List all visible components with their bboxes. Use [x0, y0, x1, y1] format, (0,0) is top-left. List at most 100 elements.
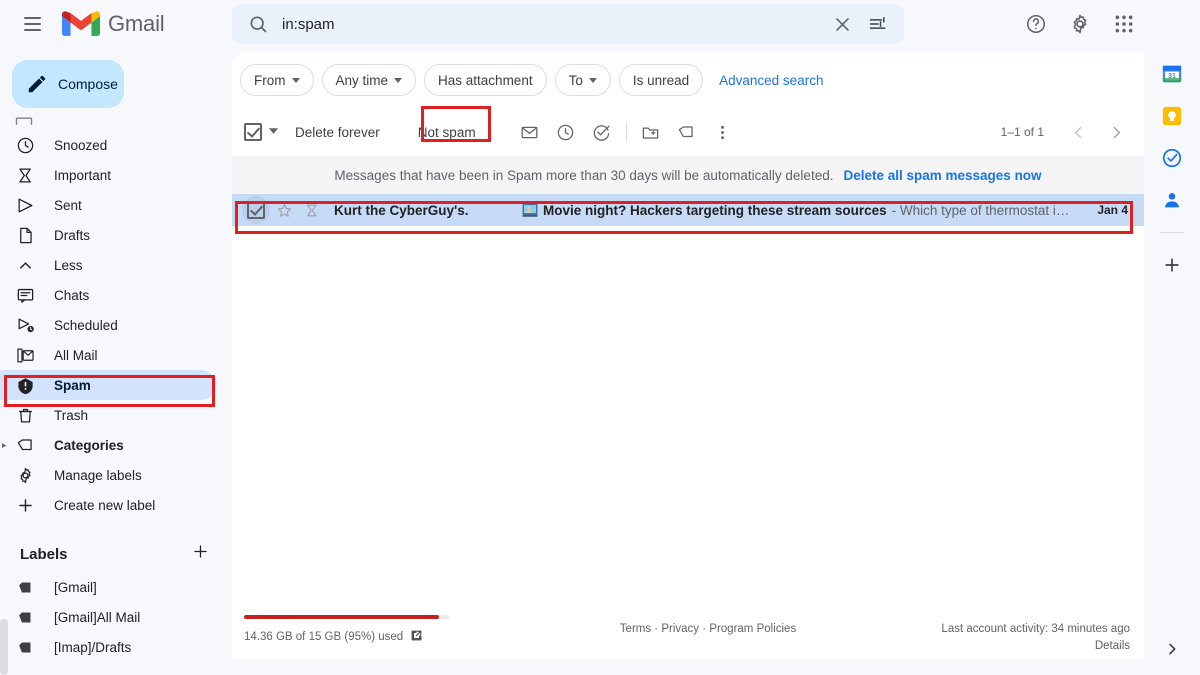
- rail-divider: [1160, 232, 1184, 233]
- select-all-checkbox[interactable]: [244, 123, 262, 141]
- delete-forever-button[interactable]: Delete forever: [285, 119, 390, 146]
- filter-chip-from[interactable]: From: [240, 64, 314, 96]
- gear-icon[interactable]: [1060, 4, 1100, 44]
- label-item-label: [Gmail]: [54, 579, 97, 595]
- labels-tag-icon[interactable]: [669, 114, 705, 150]
- email-date: Jan 4: [1097, 203, 1128, 217]
- google-tasks-icon[interactable]: [1160, 146, 1184, 170]
- snooze-clock-icon[interactable]: [548, 114, 584, 150]
- storage-bar-track: [244, 615, 449, 619]
- sidebar-item-spam[interactable]: Spam: [0, 370, 216, 400]
- pagination: 1–1 of 1: [1001, 114, 1134, 150]
- search-input[interactable]: [276, 15, 824, 33]
- email-subject-container: Movie night? Hackers targeting these str…: [522, 202, 1097, 218]
- chip-label: Any time: [335, 72, 389, 88]
- sidebar-item-label: Sent: [54, 197, 82, 213]
- google-keep-icon[interactable]: [1160, 104, 1184, 128]
- open-in-new-icon[interactable]: [410, 629, 423, 645]
- important-icon: [14, 166, 36, 185]
- app-header: Gmail: [0, 0, 1200, 48]
- labels-title: Labels: [20, 545, 68, 563]
- sidebar-item-scheduled[interactable]: Scheduled: [0, 310, 216, 340]
- program-policies-link[interactable]: Program Policies: [709, 623, 796, 635]
- sidebar-item-chats[interactable]: Chats: [0, 280, 216, 310]
- send-icon: [14, 196, 36, 215]
- important-marker-icon[interactable]: [298, 202, 326, 219]
- sidebar-item-less[interactable]: Less: [0, 250, 216, 280]
- star-outline-icon[interactable]: [270, 202, 298, 219]
- toolbar-divider: [625, 122, 627, 142]
- compose-button[interactable]: Compose: [12, 60, 124, 108]
- sidebar-item-snoozed[interactable]: Snoozed: [0, 130, 216, 160]
- sidebar-item-manage-labels[interactable]: Manage labels: [0, 460, 216, 490]
- search-bar[interactable]: [232, 4, 904, 44]
- label-item-imap-drafts[interactable]: [Imap]/Drafts: [0, 632, 232, 662]
- sidebar-item-sent[interactable]: Sent: [0, 190, 216, 220]
- help-circle-icon[interactable]: [1016, 4, 1056, 44]
- expand-side-panel-chevron-right-icon[interactable]: [1160, 637, 1184, 661]
- gmail-logo[interactable]: Gmail: [62, 10, 165, 39]
- add-label-plus-icon[interactable]: [191, 542, 210, 566]
- email-list: Kurt the CyberGuy's. Movie night? Hacker…: [232, 194, 1144, 226]
- email-subject: Movie night? Hackers targeting these str…: [543, 202, 887, 218]
- checkbox-glyph: [244, 123, 262, 141]
- not-spam-button[interactable]: Not spam: [408, 119, 486, 146]
- label-tag-filled-icon: [14, 609, 36, 626]
- search-filter-chips: From Any time Has attachment To Is unrea…: [232, 52, 1144, 108]
- close-x-icon[interactable]: [824, 6, 860, 42]
- movie-emoji: [522, 203, 538, 217]
- label-tag-filled-icon: [14, 579, 36, 596]
- filter-chip-to[interactable]: To: [554, 64, 611, 96]
- sidebar-item-label: Spam: [54, 377, 91, 393]
- sidebar-item-label: Snoozed: [54, 137, 108, 153]
- expand-caret-icon[interactable]: ▸: [2, 440, 7, 451]
- partial-inbox-icon[interactable]: [0, 114, 232, 128]
- email-checkbox[interactable]: [242, 196, 270, 224]
- filter-chip-is-unread[interactable]: Is unread: [618, 64, 704, 96]
- mark-as-unread-icon[interactable]: [512, 114, 548, 150]
- footer-links: Terms · Privacy · Program Policies: [562, 615, 854, 635]
- sidebar-item-drafts[interactable]: Drafts: [0, 220, 216, 250]
- sidebar-item-all-mail[interactable]: All Mail: [0, 340, 216, 370]
- sidebar-item-categories[interactable]: ▸ Categories: [0, 430, 216, 460]
- more-options-icon[interactable]: [705, 114, 741, 150]
- sidebar-item-label: Manage labels: [54, 467, 142, 483]
- filter-chip-has-attachment[interactable]: Has attachment: [424, 64, 547, 96]
- apps-grid-icon[interactable]: [1104, 4, 1144, 44]
- activity-details-link[interactable]: Details: [854, 640, 1130, 652]
- sidebar-scrollbar[interactable]: [0, 619, 8, 675]
- move-to-folder-icon[interactable]: [633, 114, 669, 150]
- chevron-left-icon[interactable]: [1060, 114, 1096, 150]
- all-mail-icon: [14, 346, 36, 365]
- draft-icon: [14, 226, 36, 245]
- table-row[interactable]: Kurt the CyberGuy's. Movie night? Hacker…: [232, 194, 1144, 226]
- google-contacts-icon[interactable]: [1160, 188, 1184, 212]
- sidebar: Compose Snoozed Important Sent Drafts Le…: [0, 48, 232, 675]
- label-item-gmail-all-mail[interactable]: [Gmail]All Mail: [0, 602, 232, 632]
- storage-used-label: 14.36 GB of 15 GB (95%) used: [244, 631, 404, 643]
- chevron-down-icon: [291, 77, 300, 83]
- delete-all-spam-link[interactable]: Delete all spam messages now: [843, 168, 1041, 183]
- chevron-down-icon[interactable]: [268, 123, 279, 141]
- chevron-right-icon[interactable]: [1098, 114, 1134, 150]
- privacy-link[interactable]: Privacy: [661, 623, 699, 635]
- sidebar-item-label: All Mail: [54, 347, 98, 363]
- sidebar-item-important[interactable]: Important: [0, 160, 216, 190]
- search-icon[interactable]: [240, 6, 276, 42]
- pagination-count: 1–1 of 1: [1000, 125, 1044, 139]
- add-apps-plus-icon[interactable]: [1160, 253, 1184, 277]
- search-options-icon[interactable]: [860, 6, 896, 42]
- hamburger-menu-icon[interactable]: [12, 4, 52, 44]
- advanced-search-link[interactable]: Advanced search: [719, 73, 823, 88]
- sidebar-item-label: Trash: [54, 407, 89, 423]
- label-item-gmail[interactable]: [Gmail]: [0, 572, 232, 602]
- sidebar-item-label: Less: [54, 257, 83, 273]
- google-calendar-icon[interactable]: 31: [1160, 62, 1184, 86]
- terms-link[interactable]: Terms: [620, 623, 651, 635]
- add-to-tasks-icon[interactable]: [584, 114, 620, 150]
- sidebar-item-create-new-label[interactable]: Create new label: [0, 490, 216, 520]
- label-tag-filled-icon: [14, 639, 36, 656]
- sidebar-item-trash[interactable]: Trash: [0, 400, 216, 430]
- filter-chip-any-time[interactable]: Any time: [321, 64, 417, 96]
- chat-icon: [14, 286, 36, 305]
